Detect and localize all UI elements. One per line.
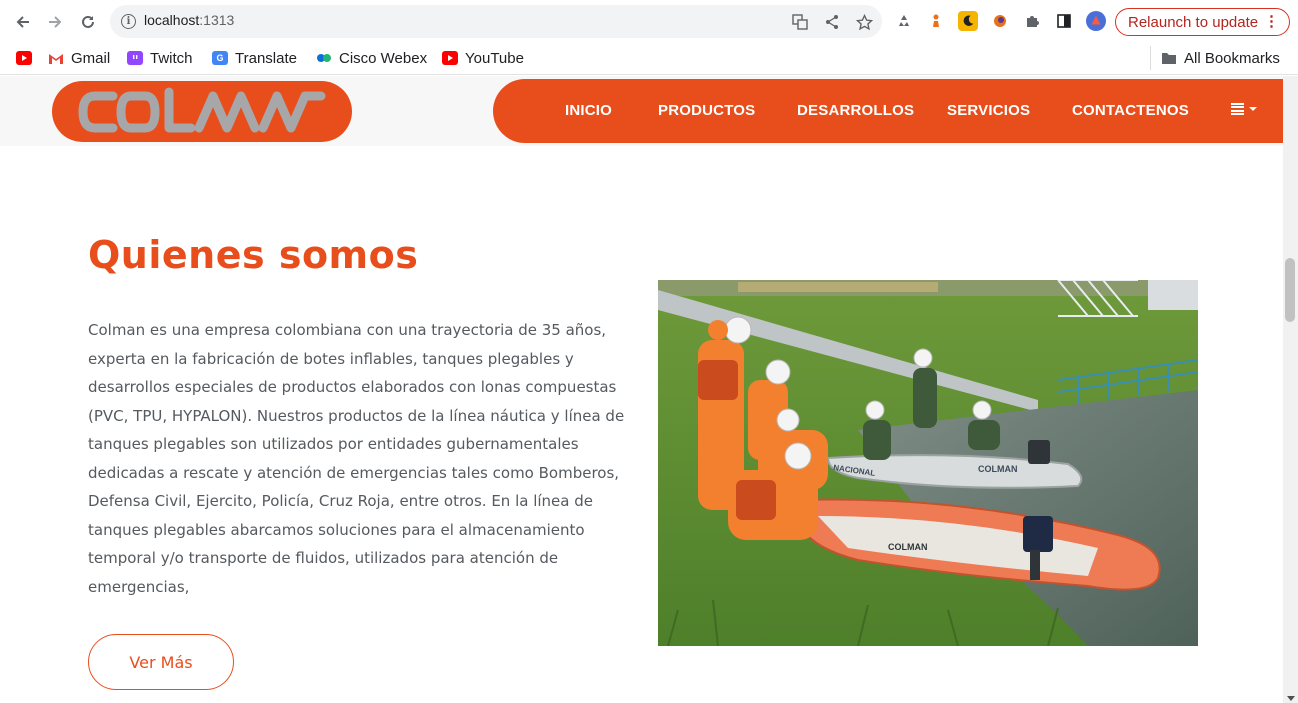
webex-icon	[316, 51, 332, 65]
scrollbar-thumb[interactable]	[1285, 258, 1295, 322]
bookmark-twitch[interactable]: Twitch	[127, 48, 193, 68]
colman-logo[interactable]	[52, 81, 352, 142]
profile-avatar-icon[interactable]	[1086, 11, 1106, 31]
browser-toolbar: i localhost:1313 Relaunch to update ⋮	[0, 0, 1298, 42]
page-scrollbar[interactable]	[1283, 76, 1298, 703]
folder-icon	[1161, 51, 1177, 65]
scroll-down-arrow-icon[interactable]	[1287, 696, 1295, 701]
forward-arrow-icon[interactable]	[43, 10, 67, 34]
bookmark-label: Translate	[235, 49, 297, 67]
nav-inicio[interactable]: INICIO	[565, 102, 612, 119]
reload-icon[interactable]	[76, 10, 100, 34]
bookmark-cisco-webex[interactable]: Cisco Webex	[316, 48, 427, 68]
gmail-icon	[48, 51, 64, 65]
relaunch-to-update-button[interactable]: Relaunch to update ⋮	[1115, 8, 1290, 36]
bookmarks-divider	[1150, 46, 1151, 70]
all-bookmarks-button[interactable]: All Bookmarks	[1161, 48, 1280, 68]
section-title: Quienes somos	[88, 233, 419, 277]
address-bar[interactable]: i localhost:1313	[110, 5, 882, 38]
translate-icon: G	[212, 51, 228, 65]
photo-boat-label-3: COLMAN	[888, 542, 928, 552]
nav-menu-dropdown-icon[interactable]	[1231, 103, 1257, 115]
page-viewport: INICIO PRODUCTOS DESARROLLOS SERVICIOS C…	[0, 76, 1283, 703]
bookmark-label: Cisco Webex	[339, 49, 428, 67]
bookmarks-bar: Gmail Twitch G Translate Cisco Webex You…	[0, 42, 1298, 75]
rescue-boats-photo: COLMAN NACIONAL COLMAN	[658, 280, 1198, 646]
about-paragraph: Colman es una empresa colombiana con una…	[88, 321, 625, 596]
nav-productos[interactable]: PRODUCTOS	[658, 102, 755, 119]
colorful-extension-icon[interactable]	[990, 11, 1010, 31]
bookmark-label: YouTube	[465, 49, 524, 67]
relaunch-label: Relaunch to update	[1128, 13, 1259, 31]
bookmark-label: Gmail	[71, 49, 111, 67]
site-header: INICIO PRODUCTOS DESARROLLOS SERVICIOS C…	[0, 76, 1283, 146]
bookmark-label: Twitch	[150, 49, 193, 67]
bookmark-youtube-icon-only[interactable]	[16, 48, 32, 68]
twitch-icon	[127, 51, 143, 65]
recycle-extension-icon[interactable]	[894, 11, 914, 31]
translate-page-icon[interactable]	[791, 13, 809, 31]
nav-contactenos[interactable]: CONTACTENOS	[1072, 102, 1189, 119]
photo-boat-label-1: COLMAN	[978, 464, 1018, 474]
extensions-puzzle-icon[interactable]	[1022, 11, 1042, 31]
main-navigation: INICIO PRODUCTOS DESARROLLOS SERVICIOS C…	[493, 79, 1283, 143]
nav-desarrollos[interactable]: DESARROLLOS	[797, 102, 914, 119]
chess-extension-icon[interactable]	[926, 11, 946, 31]
site-info-icon[interactable]: i	[121, 14, 136, 29]
bookmark-star-icon[interactable]	[855, 13, 873, 31]
youtube-icon	[16, 51, 32, 65]
chrome-menu-icon[interactable]: ⋮	[1264, 12, 1279, 30]
side-panel-icon[interactable]	[1054, 11, 1074, 31]
colman-logo-wordmark	[78, 87, 326, 132]
youtube-icon	[442, 51, 458, 65]
bookmark-youtube[interactable]: YouTube	[442, 48, 524, 68]
url-text: localhost:1313	[144, 12, 235, 28]
back-arrow-icon[interactable]	[11, 10, 35, 34]
bookmark-translate[interactable]: G Translate	[212, 48, 297, 68]
dark-mode-extension-icon[interactable]	[958, 11, 978, 31]
bookmark-gmail[interactable]: Gmail	[48, 48, 110, 68]
share-icon[interactable]	[823, 13, 841, 31]
all-bookmarks-label: All Bookmarks	[1184, 49, 1280, 67]
ver-mas-button[interactable]: Ver Más	[88, 634, 234, 690]
nav-servicios[interactable]: SERVICIOS	[947, 102, 1030, 119]
